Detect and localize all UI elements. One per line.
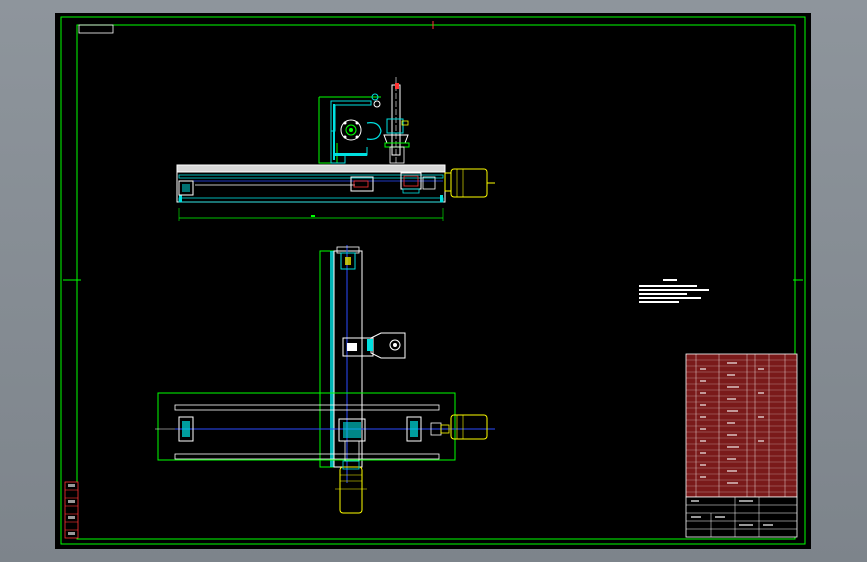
front-bracket: [330, 100, 372, 132]
parts-list: [685, 353, 798, 498]
front-horizontal-beam: [176, 164, 446, 173]
title-block: [685, 496, 798, 538]
front-motor-coupling: [444, 172, 452, 192]
front-view: [176, 77, 495, 221]
top-right-motor: [450, 414, 488, 440]
cad-viewport[interactable]: [55, 13, 811, 549]
technical-notes: [639, 279, 709, 303]
drawing-number-box: [78, 24, 114, 34]
cad-drawing: [60, 16, 806, 545]
top-bottom-motor: [339, 466, 363, 514]
front-motor: [450, 168, 488, 198]
revision-strip: [64, 481, 79, 539]
top-view: [155, 245, 495, 514]
